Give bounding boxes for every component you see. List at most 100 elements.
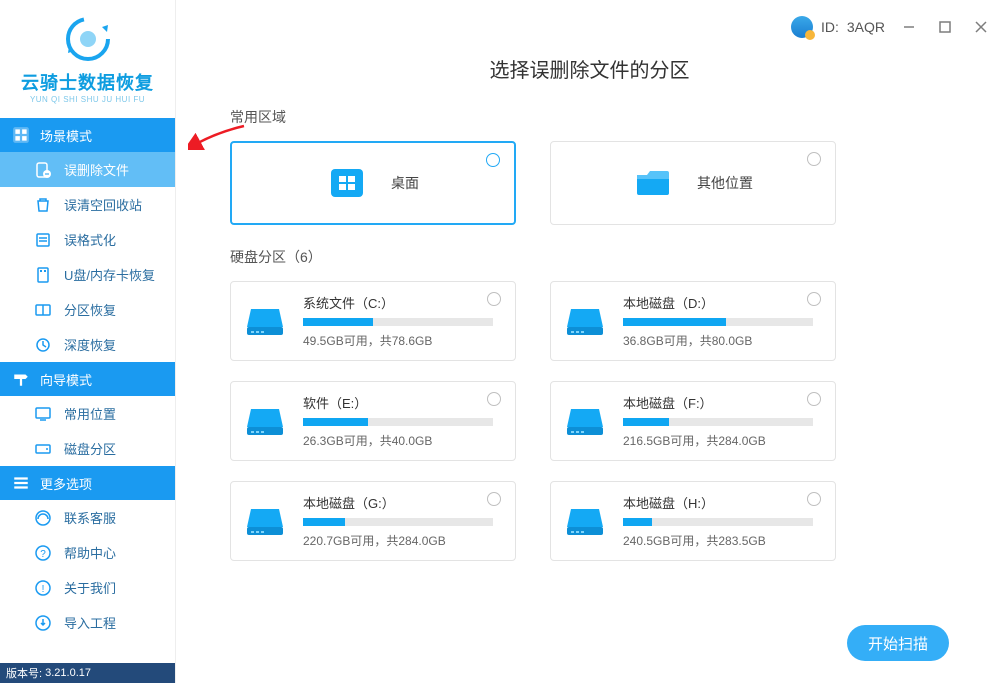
version-label: 版本号:: [6, 665, 42, 681]
radio-indicator: [487, 392, 501, 406]
titlebar: ID: 3AQR: [176, 0, 1003, 54]
drive-meta: 220.7GB可用，共284.0GB: [303, 532, 501, 549]
nav-item-import-project[interactable]: 导入工程: [0, 605, 175, 640]
start-scan-button[interactable]: 开始扫描: [847, 625, 949, 661]
usb-icon: [34, 266, 52, 284]
nav-item-common-locations[interactable]: 常用位置: [0, 396, 175, 431]
drive-usage-fill: [303, 318, 373, 326]
windows-icon: [327, 163, 367, 203]
drive-card[interactable]: 本地磁盘（H:） 240.5GB可用，共283.5GB: [550, 481, 836, 561]
location-card-other[interactable]: 其他位置: [550, 141, 836, 225]
version-bar: 版本号: 3.21.0.17: [0, 663, 175, 683]
radio-indicator: [486, 153, 500, 167]
info-icon: !: [34, 579, 52, 597]
nav-item-contact-support[interactable]: 联系客服: [0, 500, 175, 535]
nav-item-label: 误清空回收站: [64, 195, 142, 214]
drive-card[interactable]: 本地磁盘（G:） 220.7GB可用，共284.0GB: [230, 481, 516, 561]
nav-item-usb-recovery[interactable]: U盘/内存卡恢复: [0, 257, 175, 292]
hard-drive-icon: [565, 301, 605, 341]
drive-info: 本地磁盘（F:） 216.5GB可用，共284.0GB: [623, 393, 821, 449]
drive-info: 软件（E:） 26.3GB可用，共40.0GB: [303, 393, 501, 449]
nav-section-label: 更多选项: [40, 474, 92, 493]
sidebar: 云骑士数据恢复 YUN QI SHI SHU JU HUI FU 场景模式 误删…: [0, 0, 176, 683]
drive-name: 本地磁盘（G:）: [303, 493, 501, 512]
format-icon: [34, 231, 52, 249]
id-avatar-icon: [791, 16, 813, 38]
nav-section-wizard-mode[interactable]: 向导模式: [0, 362, 175, 396]
nav-item-recycle-bin[interactable]: 误清空回收站: [0, 187, 175, 222]
drive-info: 本地磁盘（H:） 240.5GB可用，共283.5GB: [623, 493, 821, 549]
scan-button-label: 开始扫描: [868, 633, 928, 654]
close-button[interactable]: [969, 15, 993, 39]
drive-name: 软件（E:）: [303, 393, 501, 412]
nav-item-label: 导入工程: [64, 613, 116, 632]
location-label: 桌面: [391, 173, 419, 193]
drive-card[interactable]: 软件（E:） 26.3GB可用，共40.0GB: [230, 381, 516, 461]
logo-icon: [64, 15, 112, 63]
drive-meta: 216.5GB可用，共284.0GB: [623, 432, 821, 449]
radio-indicator: [807, 292, 821, 306]
logo-title: 云骑士数据恢复: [21, 69, 154, 95]
nav-item-format[interactable]: 误格式化: [0, 222, 175, 257]
drive-info: 系统文件（C:） 49.5GB可用，共78.6GB: [303, 293, 501, 349]
drive-info: 本地磁盘（G:） 220.7GB可用，共284.0GB: [303, 493, 501, 549]
nav-item-label: 常用位置: [64, 404, 116, 423]
content: 常用区域 桌面 其他位置 硬盘分区（6） 系统文件: [176, 107, 1003, 583]
monitor-icon: [34, 405, 52, 423]
version-value: 3.21.0.17: [45, 667, 91, 679]
hard-drive-icon: [565, 401, 605, 441]
page-title: 选择误删除文件的分区: [176, 54, 1003, 83]
location-card-desktop[interactable]: 桌面: [230, 141, 516, 225]
radio-indicator: [807, 152, 821, 166]
signpost-icon: [12, 370, 30, 388]
nav-item-label: U盘/内存卡恢复: [64, 265, 155, 284]
radio-indicator: [487, 492, 501, 506]
nav-item-label: 联系客服: [64, 508, 116, 527]
nav-item-label: 关于我们: [64, 578, 116, 597]
minimize-button[interactable]: [897, 15, 921, 39]
drive-card[interactable]: 系统文件（C:） 49.5GB可用，共78.6GB: [230, 281, 516, 361]
drive-card[interactable]: 本地磁盘（F:） 216.5GB可用，共284.0GB: [550, 381, 836, 461]
drive-usage-fill: [623, 318, 726, 326]
drive-meta: 240.5GB可用，共283.5GB: [623, 532, 821, 549]
hard-drive-icon: [565, 501, 605, 541]
disk-icon: [34, 440, 52, 458]
menu-icon: [12, 474, 30, 492]
hard-drive-icon: [245, 501, 285, 541]
nav-section-label: 向导模式: [40, 370, 92, 389]
drive-usage-fill: [303, 518, 345, 526]
question-icon: ?: [34, 544, 52, 562]
drive-usage-bar: [623, 518, 813, 526]
maximize-button[interactable]: [933, 15, 957, 39]
nav-item-partition-recovery[interactable]: 分区恢复: [0, 292, 175, 327]
drive-usage-bar: [623, 318, 813, 326]
drive-grid: 系统文件（C:） 49.5GB可用，共78.6GB 本地磁盘（D:） 36.8G…: [230, 281, 963, 561]
nav-item-label: 帮助中心: [64, 543, 116, 562]
drive-usage-bar: [303, 518, 493, 526]
nav-item-deleted-files[interactable]: 误删除文件: [0, 152, 175, 187]
location-label: 其他位置: [697, 173, 753, 193]
drive-meta: 26.3GB可用，共40.0GB: [303, 432, 501, 449]
nav-section-label: 场景模式: [40, 126, 92, 145]
drive-name: 本地磁盘（D:）: [623, 293, 821, 312]
drive-card[interactable]: 本地磁盘（D:） 36.8GB可用，共80.0GB: [550, 281, 836, 361]
drive-usage-fill: [303, 418, 368, 426]
drive-meta: 36.8GB可用，共80.0GB: [623, 332, 821, 349]
nav-item-help-center[interactable]: ? 帮助中心: [0, 535, 175, 570]
user-id-chip[interactable]: ID: 3AQR: [791, 16, 885, 38]
folder-icon: [633, 163, 673, 203]
nav-section-scene-mode[interactable]: 场景模式: [0, 118, 175, 152]
nav-item-label: 深度恢复: [64, 335, 116, 354]
drive-name: 系统文件（C:）: [303, 293, 501, 312]
nav-section-more-options[interactable]: 更多选项: [0, 466, 175, 500]
nav-item-about[interactable]: ! 关于我们: [0, 570, 175, 605]
drive-meta: 49.5GB可用，共78.6GB: [303, 332, 501, 349]
drive-usage-bar: [623, 418, 813, 426]
nav-item-deep-recovery[interactable]: 深度恢复: [0, 327, 175, 362]
drive-name: 本地磁盘（F:）: [623, 393, 821, 412]
deep-scan-icon: [34, 336, 52, 354]
nav-item-disk-partitions[interactable]: 磁盘分区: [0, 431, 175, 466]
import-icon: [34, 614, 52, 632]
svg-text:?: ?: [40, 549, 46, 560]
nav-item-label: 分区恢复: [64, 300, 116, 319]
